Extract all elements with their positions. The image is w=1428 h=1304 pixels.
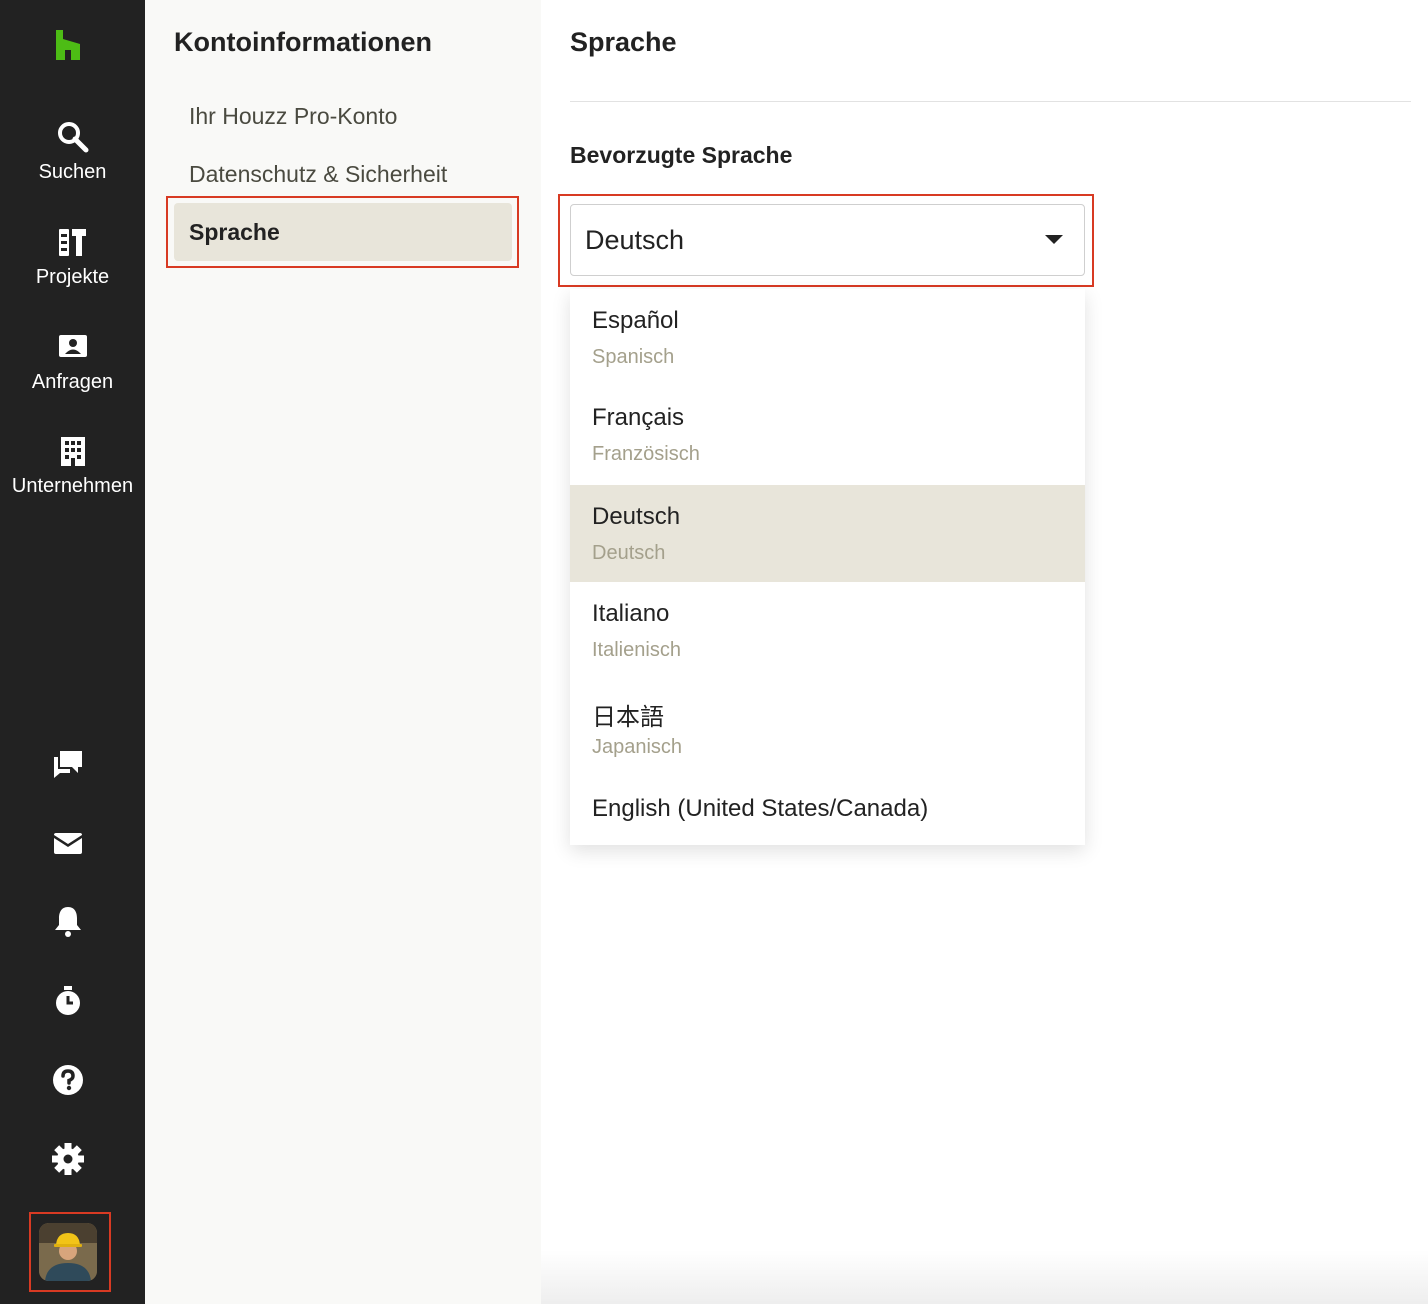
main-content: Sprache Bevorzugte Sprache Deutsch Españ…	[541, 0, 1428, 1304]
language-option-en[interactable]: English (United States/Canada)	[570, 781, 1085, 837]
subnav-item-houzz-pro-account[interactable]: Ihr Houzz Pro-Konto	[174, 87, 512, 145]
bottom-shade	[541, 1250, 1428, 1304]
option-sublabel: Italienisch	[592, 639, 681, 661]
timer-icon[interactable]	[50, 983, 86, 1019]
search-icon	[56, 120, 90, 154]
rail-item-label: Suchen	[38, 161, 107, 183]
option-label: Español	[592, 307, 679, 334]
inbox-icon[interactable]	[50, 825, 86, 861]
rail-item-business[interactable]: Unternehmen	[0, 434, 145, 498]
inquiries-icon	[56, 330, 90, 364]
left-rail: Suchen Projekte Anfragen Unternehmen	[0, 0, 145, 1304]
language-option-it[interactable]: Italiano Italienisch	[570, 582, 1085, 679]
page-title: Sprache	[570, 27, 677, 57]
bell-icon[interactable]	[50, 903, 86, 939]
preferred-language-label: Bevorzugte Sprache	[570, 142, 793, 168]
rail-item-label: Projekte	[35, 266, 110, 288]
rail-item-projects[interactable]: Projekte	[0, 225, 145, 289]
option-label: 日本語	[592, 704, 664, 731]
projects-icon	[56, 225, 90, 259]
help-icon[interactable]	[50, 1062, 86, 1098]
language-option-fr[interactable]: Français Französisch	[570, 386, 1085, 483]
rail-item-label: Anfragen	[31, 371, 114, 393]
gear-icon[interactable]	[50, 1141, 86, 1177]
option-sublabel: Deutsch	[592, 542, 666, 564]
account-subnav: Kontoinformationen Ihr Houzz Pro-Konto D…	[145, 0, 541, 1304]
messages-icon[interactable]	[50, 745, 86, 781]
subnav-item-privacy-security[interactable]: Datenschutz & Sicherheit	[174, 145, 512, 203]
houzz-logo-icon[interactable]	[54, 30, 82, 60]
subnav-item-highlight	[166, 196, 519, 268]
language-select-value: Deutsch	[585, 225, 685, 255]
business-icon	[56, 434, 90, 468]
language-option-de[interactable]: Deutsch Deutsch	[570, 485, 1085, 582]
rail-item-search[interactable]: Suchen	[0, 120, 145, 184]
divider	[570, 101, 1411, 102]
option-sublabel: Spanisch	[592, 346, 675, 368]
caret-down-icon	[1045, 235, 1063, 244]
option-sublabel: Französisch	[592, 443, 700, 465]
rail-item-label: Unternehmen	[11, 475, 134, 497]
option-sublabel: Japanisch	[592, 736, 683, 758]
option-label: Italiano	[592, 600, 670, 627]
language-option-ja[interactable]: 日本語 Japanisch	[570, 679, 1085, 776]
avatar[interactable]	[39, 1223, 97, 1281]
rail-item-inquiries[interactable]: Anfragen	[0, 330, 145, 394]
option-label: Français	[592, 404, 685, 431]
option-label: English (United States/Canada)	[592, 795, 929, 822]
language-option-es[interactable]: Español Spanisch	[570, 289, 1085, 386]
language-select[interactable]: Deutsch	[570, 204, 1085, 276]
option-label: Deutsch	[592, 503, 681, 530]
language-dropdown: Español Spanisch Français Französisch De…	[570, 289, 1085, 845]
subnav-title: Kontoinformationen	[174, 27, 432, 57]
